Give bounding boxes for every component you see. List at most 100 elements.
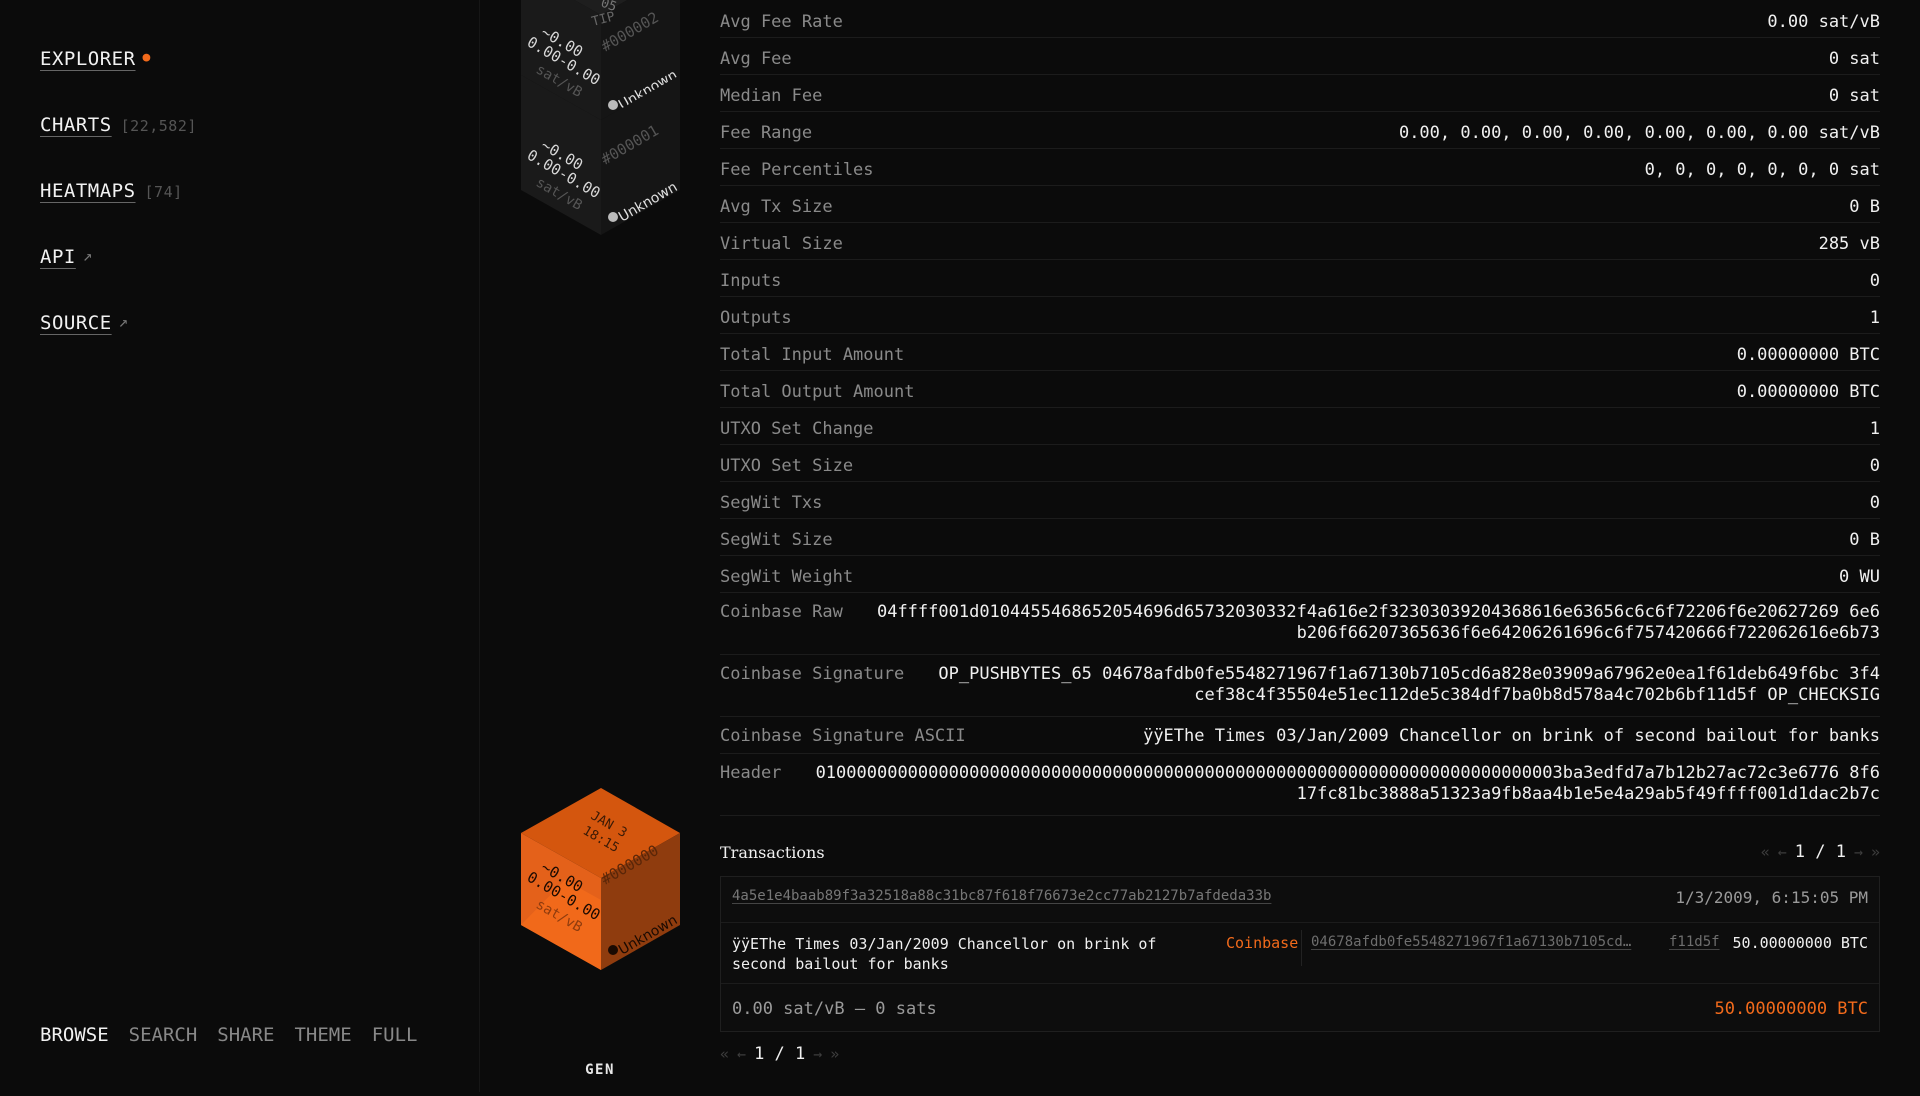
detail-key: Coinbase Signature — [720, 664, 905, 684]
detail-row-total-output-amount: Total Output Amount 0.00000000 BTC — [720, 371, 1880, 408]
nav-item-api[interactable]: API ↗ — [40, 246, 197, 312]
detail-value: 0.00000000 BTC — [1736, 382, 1880, 402]
divider — [721, 922, 1879, 923]
detail-key: Coinbase Raw — [720, 602, 843, 622]
nav-item-heatmaps[interactable]: HEATMAPS [74] — [40, 180, 197, 246]
tx-id-link[interactable]: 4a5e1e4baab89f3a32518a88c31bc87f618f7667… — [732, 888, 1271, 904]
detail-key: Avg Fee — [720, 49, 792, 69]
detail-row-avg-fee: Avg Fee 0 sat — [720, 38, 1880, 75]
miner-icon — [608, 100, 618, 110]
nav-label[interactable]: API — [40, 246, 76, 268]
detail-row-coinbase-raw: Coinbase Raw 04ffff001d01044554686520546… — [720, 593, 1880, 655]
detail-key: SegWit Weight — [720, 567, 854, 587]
detail-row-utxo-set-size: UTXO Set Size 0 — [720, 445, 1880, 482]
last-page-button[interactable]: » — [1871, 843, 1880, 861]
nav-label[interactable]: HEATMAPS — [40, 180, 136, 202]
first-page-button[interactable]: « — [720, 1045, 729, 1063]
coinbase-badge: Coinbase — [1226, 934, 1299, 952]
nav-item-explorer[interactable]: EXPLORER ● — [40, 48, 197, 114]
divider — [1301, 930, 1302, 966]
footer-search-button[interactable]: SEARCH — [129, 1024, 198, 1046]
detail-row-segwit-txs: SegWit Txs 0 — [720, 482, 1880, 519]
footer-full-button[interactable]: FULL — [372, 1024, 418, 1046]
detail-value: 0 B — [1849, 197, 1880, 217]
detail-value: 0 sat — [1828, 49, 1880, 69]
detail-row-fee-percentiles: Fee Percentiles 0, 0, 0, 0, 0, 0, 0 sat — [720, 149, 1880, 186]
detail-value: 0 — [1869, 456, 1880, 476]
external-link-icon: ↗ — [118, 312, 129, 331]
nav-label[interactable]: SOURCE — [40, 312, 112, 334]
page-indicator: 1 / 1 — [754, 1044, 806, 1064]
detail-value: OP_PUSHBYTES_65 04678afdb0fe5548271967f1… — [938, 664, 1880, 705]
detail-row-header: Header 010000000000000000000000000000000… — [720, 754, 1880, 816]
detail-key: Inputs — [720, 271, 782, 291]
block-column: TIP 05 #000002 ~0.00 0.00-0.00 sat/vB Un… — [480, 0, 720, 1092]
footer-share-button[interactable]: SHARE — [217, 1024, 274, 1046]
active-dot-icon: ● — [142, 50, 151, 65]
detail-row-inputs: Inputs 0 — [720, 260, 1880, 297]
detail-key: SegWit Size — [720, 530, 833, 550]
detail-row-total-input-amount: Total Input Amount 0.00000000 BTC — [720, 334, 1880, 371]
detail-key: UTXO Set Change — [720, 419, 874, 439]
divider — [721, 983, 1879, 984]
detail-row-median-fee: Median Fee 0 sat — [720, 75, 1880, 112]
detail-key: UTXO Set Size — [720, 456, 854, 476]
next-page-button[interactable]: → — [1854, 843, 1863, 861]
genesis-label: GEN — [585, 1062, 615, 1078]
tx-fee-summary: 0.00 sat/vB – 0 sats — [732, 999, 937, 1019]
detail-key: Median Fee — [720, 86, 823, 106]
output-address-link[interactable]: 04678afdb0fe5548271967f1a67130b7105cd… — [1311, 934, 1671, 950]
transactions-header: Transactions « ← 1 / 1 → » — [720, 838, 1880, 866]
detail-key: SegWit Txs — [720, 493, 823, 513]
output-address-tail-link[interactable]: f11d5f — [1669, 934, 1720, 950]
nav-count: [74] — [144, 183, 183, 201]
footer-browse-button[interactable]: BROWSE — [40, 1024, 109, 1046]
sidebar: EXPLORER ● CHARTS [22,582] HEATMAPS [74]… — [0, 0, 480, 1092]
detail-value: 0 — [1869, 271, 1880, 291]
nav-item-charts[interactable]: CHARTS [22,582] — [40, 114, 197, 180]
detail-key: Header — [720, 763, 782, 783]
detail-row-outputs: Outputs 1 — [720, 297, 1880, 334]
detail-key: Coinbase Signature ASCII — [720, 726, 966, 746]
tx-total-amount: 50.00000000 BTC — [1714, 999, 1868, 1019]
detail-key: Virtual Size — [720, 234, 843, 254]
detail-row-avg-tx-size: Avg Tx Size 0 B — [720, 186, 1880, 223]
detail-row-utxo-set-change: UTXO Set Change 1 — [720, 408, 1880, 445]
detail-value: 0.00000000 BTC — [1736, 345, 1880, 365]
nav-item-source[interactable]: SOURCE ↗ — [40, 312, 197, 378]
prev-page-button[interactable]: ← — [737, 1045, 746, 1063]
detail-key: Total Input Amount — [720, 345, 905, 365]
nav-label[interactable]: EXPLORER — [40, 48, 136, 70]
prev-page-button[interactable]: ← — [1778, 843, 1787, 861]
detail-value: 0 B — [1849, 530, 1880, 550]
detail-row-segwit-weight: SegWit Weight 0 WU — [720, 556, 1880, 593]
detail-value: 1 — [1869, 308, 1880, 328]
detail-value: 0.00 sat/vB — [1767, 12, 1880, 32]
detail-key: Fee Percentiles — [720, 160, 874, 180]
detail-key: Avg Tx Size — [720, 197, 833, 217]
detail-row-segwit-size: SegWit Size 0 B — [720, 519, 1880, 556]
transactions-title: Transactions — [720, 842, 825, 862]
first-page-button[interactable]: « — [1761, 843, 1770, 861]
detail-value: 0, 0, 0, 0, 0, 0, 0 sat — [1644, 160, 1880, 180]
detail-row-avg-fee-rate: Avg Fee Rate 0.00 sat/vB — [720, 0, 1880, 38]
footer-nav: BROWSE SEARCH SHARE THEME FULL — [40, 1024, 417, 1046]
nav-label[interactable]: CHARTS — [40, 114, 112, 136]
detail-value: 0 sat — [1828, 86, 1880, 106]
detail-key: Fee Range — [720, 123, 813, 143]
transactions-pager: « ← 1 / 1 → » — [1761, 842, 1880, 862]
detail-value: 0 WU — [1839, 567, 1880, 587]
detail-key: Avg Fee Rate — [720, 12, 843, 32]
last-page-button[interactable]: » — [830, 1045, 839, 1063]
footer-theme-button[interactable]: THEME — [294, 1024, 351, 1046]
bottom-pager: « ← 1 / 1 → » — [720, 1044, 839, 1064]
next-page-button[interactable]: → — [813, 1045, 822, 1063]
detail-value: 0 — [1869, 493, 1880, 513]
detail-row-virtual-size: Virtual Size 285 vB — [720, 223, 1880, 260]
miner-icon — [608, 212, 618, 222]
output-amount: 50.00000000 BTC — [1732, 934, 1868, 952]
detail-value: 1 — [1869, 419, 1880, 439]
block-cube-genesis[interactable]: JAN 3 18:15 #000000 ~0.00 0.00-0.00 sat/… — [521, 788, 680, 970]
detail-row-coinbase-signature: Coinbase Signature OP_PUSHBYTES_65 04678… — [720, 655, 1880, 717]
external-link-icon: ↗ — [82, 246, 93, 265]
